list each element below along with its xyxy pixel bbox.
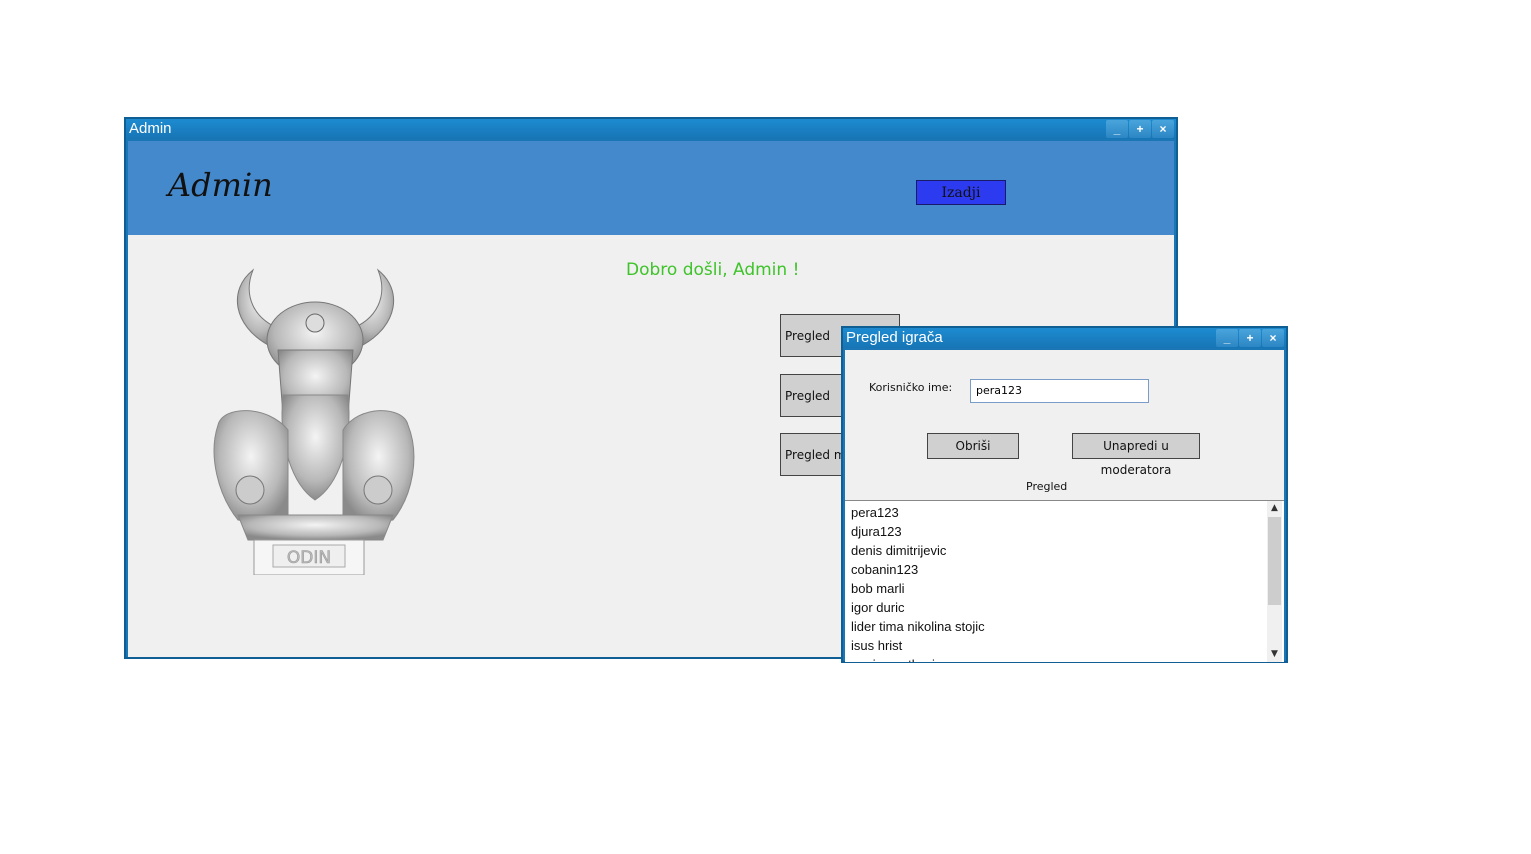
delete-button[interactable]: Obriši (927, 433, 1019, 459)
list-scrollbar[interactable]: ▲ ▼ (1267, 501, 1282, 662)
promote-moderator-button[interactable]: Unapredi u moderatora (1072, 433, 1200, 477)
page-title: Admin (168, 166, 273, 204)
player-list-items: pera123 djura123 denis dimitrijevic cobanin… (851, 503, 985, 662)
exit-button[interactable]: Izadji (916, 180, 1006, 205)
list-item[interactable]: cobanin123 (851, 560, 985, 579)
list-item[interactable]: pera123 (851, 503, 985, 522)
player-list[interactable]: pera123 djura123 denis dimitrijevic cobanin… (845, 500, 1284, 662)
list-item[interactable]: lider tima nikolina stojic (851, 617, 985, 636)
list-item[interactable]: denis dimitrijevic (851, 541, 985, 560)
window-title: Admin (129, 120, 172, 137)
scroll-up-icon[interactable]: ▲ (1267, 501, 1282, 516)
dialog-titlebar[interactable]: Pregled igrača _ + × (843, 328, 1286, 348)
welcome-message: Dobro došli, Admin ! (626, 260, 800, 280)
scroll-down-icon[interactable]: ▼ (1267, 647, 1282, 662)
player-review-dialog: Pregled igrača _ + × Korisničko ime: per… (841, 326, 1288, 663)
minimize-icon[interactable]: _ (1216, 329, 1238, 347)
username-label: Korisničko ime: (869, 381, 953, 394)
list-item[interactable]: isus hrist (851, 636, 985, 655)
close-icon[interactable]: × (1152, 120, 1174, 138)
minimize-icon[interactable]: _ (1106, 120, 1128, 138)
maximize-icon[interactable]: + (1129, 120, 1151, 138)
close-icon[interactable]: × (1262, 329, 1284, 347)
list-item[interactable]: bob marli (851, 579, 985, 598)
odin-logo-text: ODIN (287, 548, 331, 568)
dialog-body: Korisničko ime: pera123 Obriši Unapredi … (845, 350, 1284, 662)
list-item[interactable]: djura123 (851, 522, 985, 541)
scroll-thumb[interactable] (1268, 517, 1281, 605)
admin-header: Admin Izadji (128, 141, 1174, 235)
maximize-icon[interactable]: + (1239, 329, 1261, 347)
list-label: Pregled (1026, 480, 1068, 493)
admin-window-titlebar[interactable]: Admin _ + × (126, 119, 1176, 139)
list-item[interactable]: ognjen petkovic (851, 655, 985, 662)
dialog-title: Pregled igrača (846, 329, 943, 346)
odin-bust-image: ODIN (213, 268, 415, 575)
list-item[interactable]: igor duric (851, 598, 985, 617)
username-input[interactable]: pera123 (970, 379, 1149, 403)
